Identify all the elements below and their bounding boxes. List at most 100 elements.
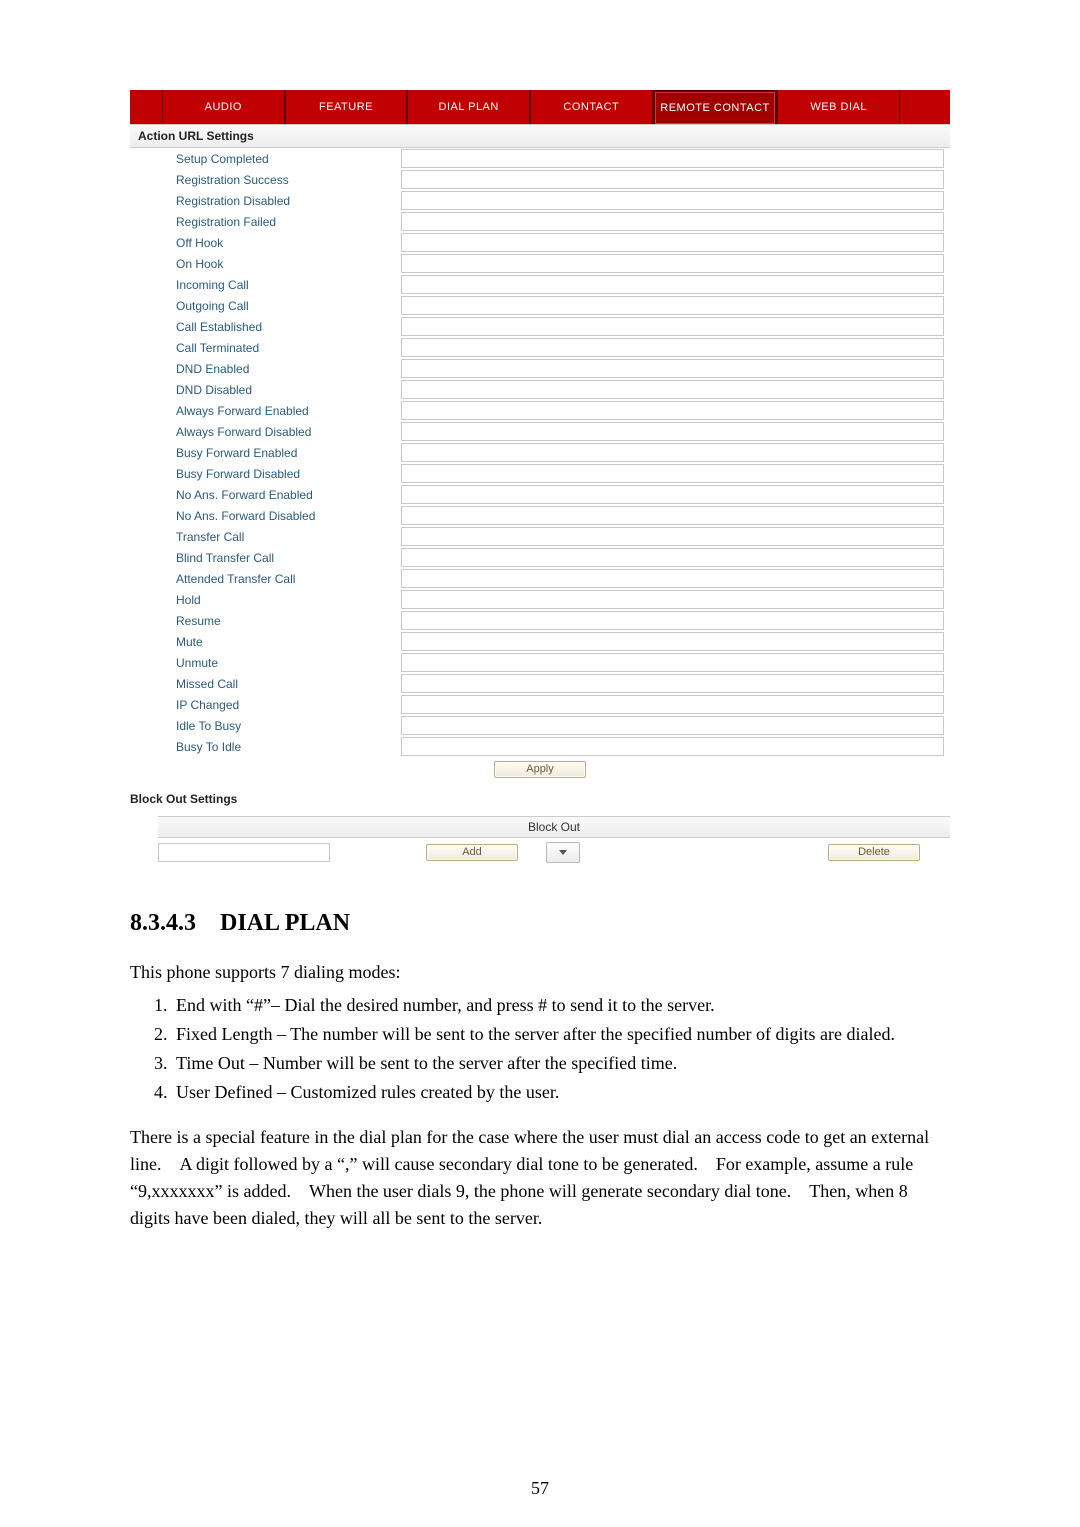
setting-input[interactable] [401,485,944,504]
setting-row: Registration Disabled [130,190,950,211]
setting-label: Transfer Call [176,530,401,544]
setting-input[interactable] [401,296,944,315]
setting-label: Busy To Idle [176,740,401,754]
setting-row: On Hook [130,253,950,274]
setting-row: Missed Call [130,673,950,694]
setting-input[interactable] [401,275,944,294]
setting-input[interactable] [401,737,944,756]
list-item: End with “#”– Dial the desired number, a… [172,992,950,1019]
setting-input[interactable] [401,653,944,672]
setting-label: Blind Transfer Call [176,551,401,565]
setting-input[interactable] [401,149,944,168]
section-title: DIAL PLAN [220,910,350,936]
setting-label: Registration Failed [176,215,401,229]
setting-row: Busy Forward Enabled [130,442,950,463]
setting-row: Attended Transfer Call [130,568,950,589]
setting-label: Always Forward Enabled [176,404,401,418]
setting-row: Outgoing Call [130,295,950,316]
apply-button[interactable]: Apply [494,761,586,778]
tab-remote-contact[interactable]: REMOTE CONTACT [653,90,778,124]
feature-paragraph: There is a special feature in the dial p… [130,1124,950,1232]
setting-input[interactable] [401,674,944,693]
tab-dial-plan[interactable]: DIAL PLAN [407,90,530,124]
setting-row: Incoming Call [130,274,950,295]
setting-label: Hold [176,593,401,607]
setting-input[interactable] [401,443,944,462]
setting-row: Always Forward Disabled [130,421,950,442]
setting-label: Resume [176,614,401,628]
add-button[interactable]: Add [426,844,518,861]
setting-input[interactable] [401,359,944,378]
setting-row: Registration Failed [130,211,950,232]
setting-input[interactable] [401,254,944,273]
delete-button[interactable]: Delete [828,844,920,861]
action-url-body: Setup Completed Registration Success Reg… [130,148,950,784]
tab-audio[interactable]: AUDIO [162,90,285,124]
setting-input[interactable] [401,401,944,420]
action-url-heading: Action URL Settings [130,124,950,148]
block-out-body: Block Out Add Delete [130,816,950,865]
document-body: 8.3.4.3 DIAL PLAN This phone supports 7 d… [130,905,950,1232]
setting-input[interactable] [401,212,944,231]
list-item: Time Out – Number will be sent to the se… [172,1050,950,1077]
setting-input[interactable] [401,548,944,567]
setting-row: No Ans. Forward Disabled [130,505,950,526]
setting-label: IP Changed [176,698,401,712]
tab-contact[interactable]: CONTACT [530,90,653,124]
setting-row: DND Disabled [130,379,950,400]
setting-label: Idle To Busy [176,719,401,733]
setting-row: Transfer Call [130,526,950,547]
setting-input[interactable] [401,338,944,357]
setting-input[interactable] [401,191,944,210]
setting-input[interactable] [401,611,944,630]
setting-input[interactable] [401,590,944,609]
setting-input[interactable] [401,380,944,399]
setting-input[interactable] [401,317,944,336]
block-out-input[interactable] [158,843,330,862]
block-out-column-heading: Block Out [158,816,950,838]
section-number: 8.3.4.3 [130,910,196,936]
tabs-bg-left [130,90,162,124]
setting-input[interactable] [401,695,944,714]
setting-input[interactable] [401,506,944,525]
setting-label: No Ans. Forward Enabled [176,488,401,502]
setting-row: Busy To Idle [130,736,950,757]
tabs-bg-right [900,90,950,124]
setting-label: Always Forward Disabled [176,425,401,439]
apply-row: Apply [130,757,950,784]
setting-input[interactable] [401,569,944,588]
setting-row: Unmute [130,652,950,673]
setting-input[interactable] [401,170,944,189]
setting-input[interactable] [401,464,944,483]
setting-input[interactable] [401,233,944,252]
setting-input[interactable] [401,716,944,735]
setting-label: Off Hook [176,236,401,250]
tab-feature[interactable]: FEATURE [285,90,408,124]
setting-input[interactable] [401,527,944,546]
setting-row: Registration Success [130,169,950,190]
setting-input[interactable] [401,422,944,441]
setting-label: Missed Call [176,677,401,691]
setting-row: Always Forward Enabled [130,400,950,421]
mode-list: End with “#”– Dial the desired number, a… [130,992,950,1106]
setting-label: DND Enabled [176,362,401,376]
setting-row: Setup Completed [130,148,950,169]
list-item: User Defined – Customized rules created … [172,1079,950,1106]
block-out-select[interactable] [546,842,580,863]
chevron-down-icon [559,850,567,855]
setting-label: Call Terminated [176,341,401,355]
tabs: AUDIO FEATURE DIAL PLAN CONTACT REMOTE C… [130,90,950,124]
setting-input[interactable] [401,632,944,651]
setting-row: Blind Transfer Call [130,547,950,568]
setting-label: No Ans. Forward Disabled [176,509,401,523]
setting-label: On Hook [176,257,401,271]
setting-label: Outgoing Call [176,299,401,313]
setting-label: Busy Forward Disabled [176,467,401,481]
intro-text: This phone supports 7 dialing modes: [130,959,950,986]
setting-row: Call Established [130,316,950,337]
tab-web-dial[interactable]: WEB DIAL [777,90,900,124]
setting-row: Resume [130,610,950,631]
setting-label: Incoming Call [176,278,401,292]
setting-label: DND Disabled [176,383,401,397]
setting-row: Hold [130,589,950,610]
